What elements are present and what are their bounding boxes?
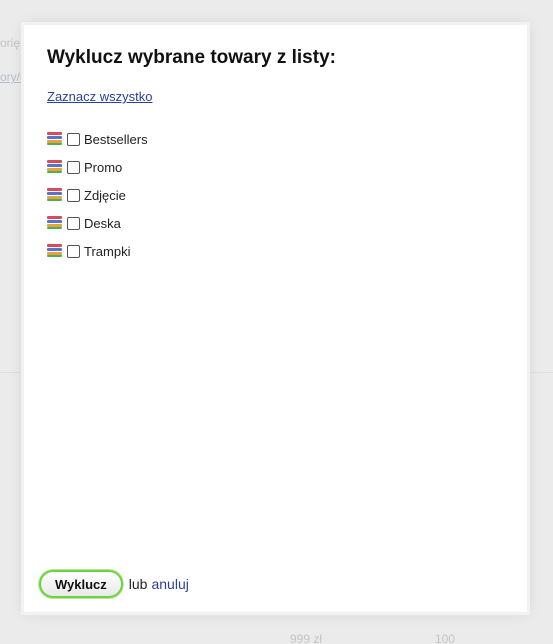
item-label: Bestsellers bbox=[84, 131, 148, 147]
dialog-title: Wyklucz wybrane towary z listy: bbox=[47, 47, 336, 68]
item-label: Promo bbox=[84, 159, 123, 175]
background-text: orię bbox=[0, 36, 21, 50]
exclude-products-dialog: Wyklucz wybrane towary z listy: Zaznacz … bbox=[24, 25, 527, 612]
list-item: Trampki bbox=[47, 237, 148, 265]
list-item: Promo bbox=[47, 153, 148, 181]
item-checkbox[interactable] bbox=[67, 216, 80, 230]
or-text: lub bbox=[128, 576, 148, 592]
item-checkbox[interactable] bbox=[67, 188, 80, 202]
product-group-icon bbox=[47, 160, 63, 174]
select-all-link[interactable]: Zaznacz wszystko bbox=[47, 89, 152, 104]
product-group-icon bbox=[47, 244, 63, 258]
item-checkbox[interactable] bbox=[67, 132, 80, 146]
cancel-link[interactable]: anuluj bbox=[151, 576, 188, 592]
background-quantity: 100 bbox=[435, 632, 456, 644]
dialog-footer: Wyklucz lub anuluj bbox=[39, 570, 189, 598]
exclude-button[interactable]: Wyklucz bbox=[39, 570, 123, 598]
product-group-icon bbox=[47, 188, 63, 202]
item-checkbox[interactable] bbox=[67, 244, 80, 258]
product-group-icon bbox=[47, 216, 63, 230]
background-price: 999 zł bbox=[290, 632, 323, 644]
list-item: Bestsellers bbox=[47, 125, 148, 153]
item-checkbox[interactable] bbox=[67, 160, 80, 174]
product-group-icon bbox=[47, 132, 63, 146]
product-list: Bestsellers Promo Zdjęcie Deska Trampki bbox=[47, 125, 148, 265]
background-link: ory/s bbox=[0, 70, 27, 84]
list-item: Deska bbox=[47, 209, 148, 237]
list-item: Zdjęcie bbox=[47, 181, 148, 209]
item-label: Zdjęcie bbox=[84, 187, 126, 203]
item-label: Deska bbox=[84, 215, 121, 231]
item-label: Trampki bbox=[84, 243, 131, 259]
